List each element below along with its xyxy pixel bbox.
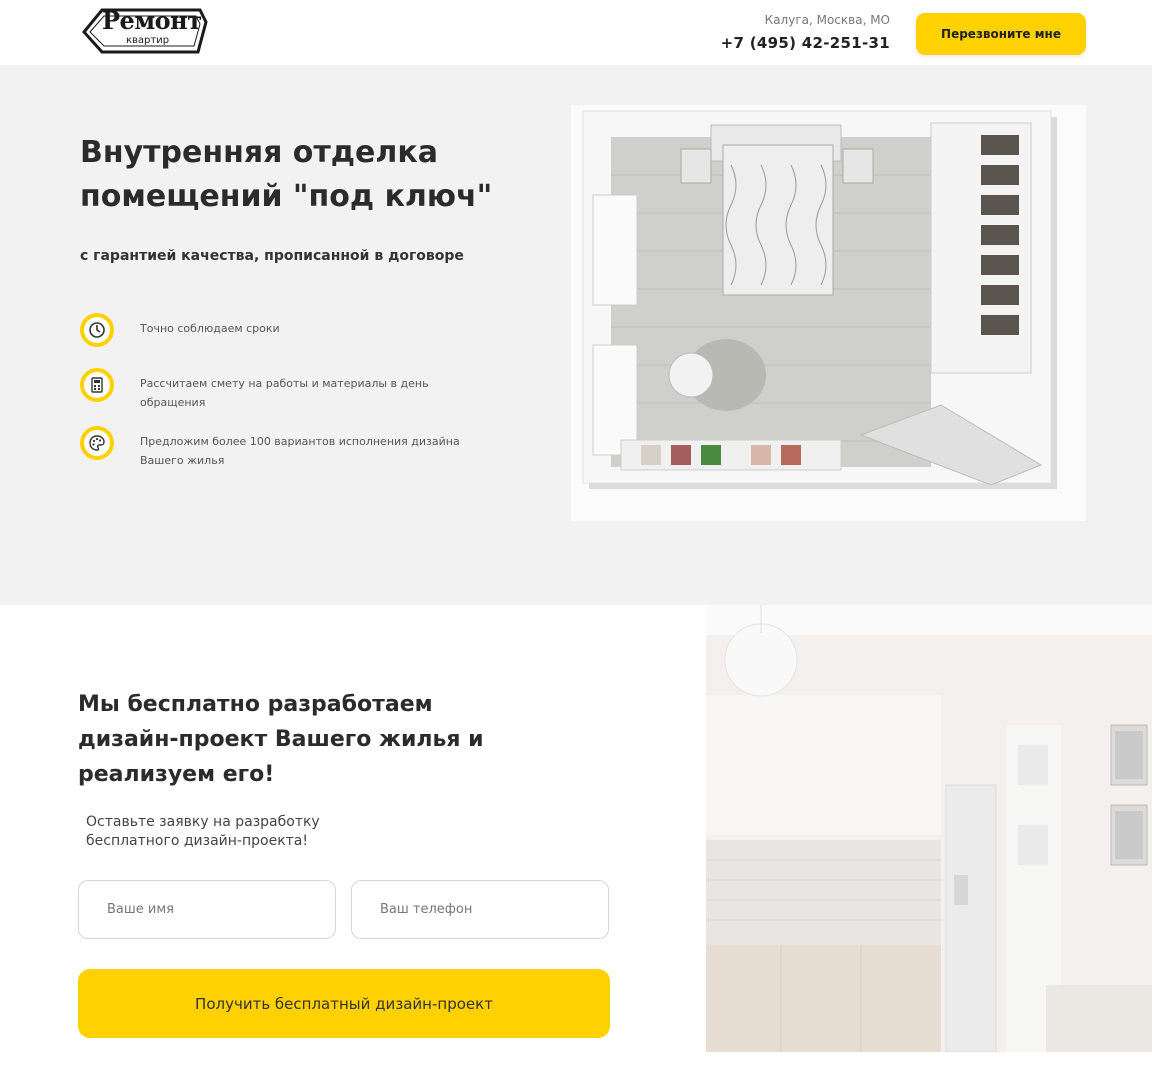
feature-text: Рассчитаем смету на работы и материалы в… (140, 377, 429, 409)
phone-number[interactable]: +7 (495) 42-251-31 (700, 34, 890, 52)
bedroom-top-view-image (571, 105, 1086, 521)
location-text: Калуга, Москва, МО (764, 13, 890, 27)
feature-text: Точно соблюдаем сроки (140, 322, 280, 335)
phone-input[interactable] (351, 880, 609, 939)
hero-subtitle: с гарантией качества, прописанной в дого… (80, 248, 464, 264)
calculator-icon (80, 368, 114, 402)
feature-text: Предложим более 100 вариантов исполнения… (140, 435, 460, 467)
clock-icon (80, 313, 114, 347)
logo[interactable]: Ремонт квартир (80, 2, 212, 60)
hero-section: Внутренняя отделка помещений "под ключ" … (0, 65, 1152, 605)
design-project-section: Мы бесплатно разработаем дизайн-проект В… (0, 605, 1152, 1078)
kitchen-interior-image (706, 605, 1152, 1052)
logo-text-big: Ремонт (102, 6, 202, 35)
feature-item-estimate: Рассчитаем смету на работы и материалы в… (80, 368, 480, 409)
palette-icon (80, 426, 114, 460)
name-input[interactable] (78, 880, 336, 939)
site-header: Ремонт квартир Калуга, Москва, МО +7 (49… (0, 0, 1152, 65)
feature-item-deadlines: Точно соблюдаем сроки (80, 313, 480, 353)
callback-button[interactable]: Перезвоните мне (916, 13, 1086, 55)
hero-title: Внутренняя отделка помещений "под ключ" (80, 135, 493, 214)
get-design-project-button[interactable]: Получить бесплатный дизайн-проект (78, 969, 610, 1038)
feature-item-design-variants: Предложим более 100 вариантов исполнения… (80, 426, 480, 467)
design-section-subtitle: Оставьте заявку на разработку бесплатног… (86, 814, 320, 849)
logo-text-small: квартир (126, 35, 170, 46)
design-section-title: Мы бесплатно разработаем дизайн-проект В… (78, 692, 484, 787)
